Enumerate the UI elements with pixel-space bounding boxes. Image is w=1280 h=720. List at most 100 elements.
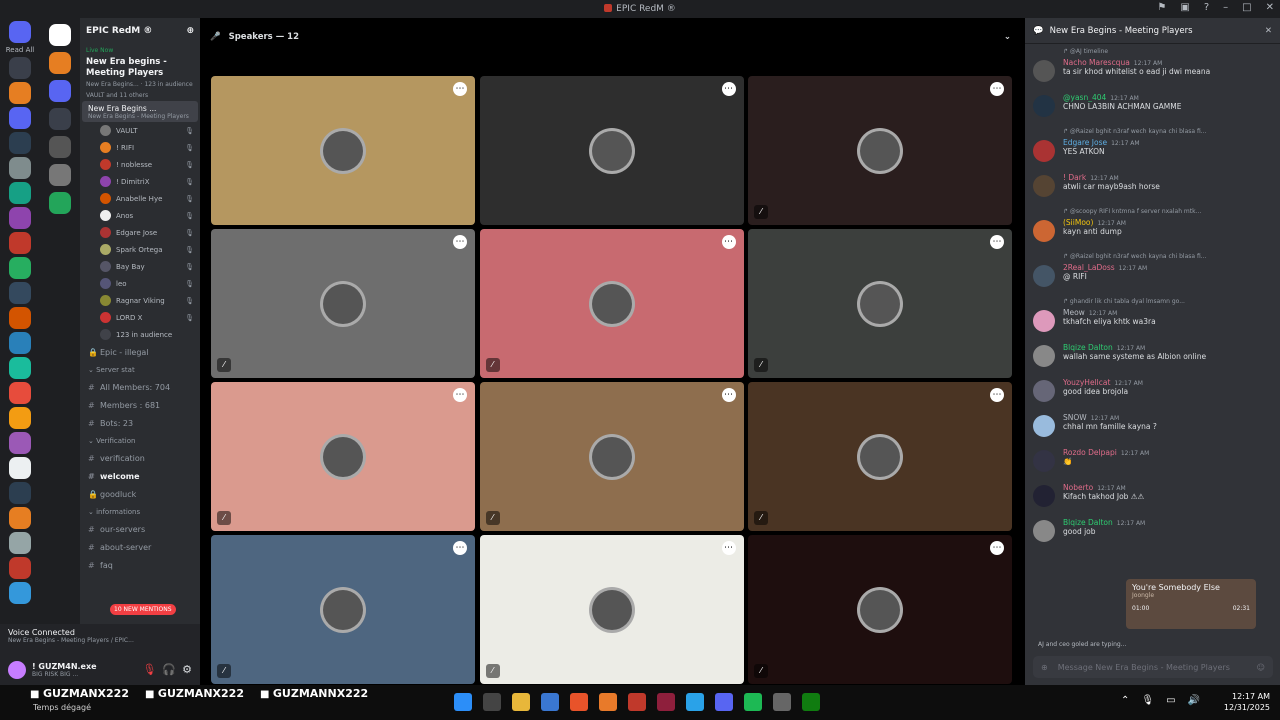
close-window-icon[interactable]: ✕ (1266, 2, 1274, 13)
avatar[interactable] (1033, 485, 1055, 507)
discord-home-icon[interactable] (9, 21, 31, 43)
avatar[interactable] (320, 127, 366, 174)
music-popup[interactable]: You're Somebody Else Joongle 01:00 02:31 (1126, 579, 1256, 629)
mic-icon[interactable]: 🎙 (142, 663, 156, 676)
reply-preview[interactable]: ↱ ghandir lik chi tabla dyal lmsamn go..… (1033, 298, 1268, 308)
more-options-icon[interactable]: ⋯ (721, 235, 736, 249)
search-icon[interactable] (483, 693, 501, 711)
more-options-icon[interactable]: ⋯ (453, 235, 467, 249)
steam-icon[interactable] (773, 693, 791, 711)
reply-preview[interactable]: ↱ @scoopy RIFI kntmna f server nxalah mt… (1033, 208, 1268, 218)
stage-member[interactable]: Anabelle Hye 🎙 (80, 190, 200, 207)
server-icon[interactable] (9, 82, 31, 104)
channel-item[interactable]: # faq (80, 556, 200, 574)
chevron-down-icon[interactable]: ⌄ (1004, 32, 1011, 42)
speaker-tile[interactable]: ⋯ ⁄ (748, 535, 1012, 684)
stage-member[interactable]: leo 🎙 (80, 275, 200, 292)
server-icon[interactable] (9, 57, 31, 79)
server-icon[interactable] (49, 136, 71, 158)
avatar[interactable] (857, 586, 903, 633)
channel-item[interactable]: # about-server (80, 538, 200, 556)
stage-member[interactable]: Ragnar Viking 🎙 (80, 292, 200, 309)
channel-item[interactable]: # our-servers (80, 520, 200, 538)
minimize-icon[interactable]: – (1223, 2, 1228, 13)
headphones-icon[interactable]: 🎧 (162, 663, 176, 676)
discord-icon[interactable] (715, 693, 733, 711)
more-options-icon[interactable]: ⋯ (453, 82, 467, 96)
channel-item[interactable]: # All Members: 704 (80, 378, 200, 396)
reply-preview[interactable]: ↱ @AJ timeline (1033, 48, 1268, 58)
avatar[interactable] (1033, 175, 1055, 197)
server-icon[interactable] (9, 307, 31, 329)
stage-channel[interactable]: New Era Begins ... New Era Begins - Meet… (82, 101, 198, 122)
server-icon[interactable] (9, 432, 31, 454)
chat-message[interactable]: Blqize Dalton 12:17 AM good job (1033, 518, 1268, 542)
stage-member[interactable]: Spark Ortega 🎙 (80, 241, 200, 258)
speaker-tile[interactable]: ⋯ ⁄ (479, 535, 744, 684)
server-icon[interactable] (9, 257, 31, 279)
maximize-icon[interactable]: □ (1242, 2, 1251, 13)
xbox-icon[interactable] (802, 693, 820, 711)
server-icon[interactable] (49, 52, 71, 74)
avatar[interactable] (1033, 450, 1055, 472)
server-icon[interactable] (49, 192, 71, 214)
server-icon[interactable] (9, 107, 31, 129)
volume-icon[interactable]: 🔊 (1188, 695, 1200, 706)
close-icon[interactable]: ✕ (1265, 26, 1272, 36)
flag-icon[interactable]: ⚑ (1157, 2, 1166, 13)
reply-preview[interactable]: ↱ @Raizel bghit n3raf wech kayna chi bla… (1033, 128, 1268, 138)
message-input[interactable]: Message New Era Begins - Meeting Players (1058, 663, 1230, 672)
avatar[interactable] (857, 280, 903, 327)
server-icon[interactable] (9, 357, 31, 379)
reply-preview[interactable]: ↱ @Raizel bghit n3raf wech kayna chi bla… (1033, 253, 1268, 263)
author-name[interactable]: Edgare Jose (1063, 138, 1107, 147)
inbox-icon[interactable]: ▣ (1180, 2, 1189, 13)
avatar[interactable] (588, 433, 635, 480)
server-icon[interactable] (49, 80, 71, 102)
speaker-tile[interactable]: ⋯ (479, 76, 744, 225)
avatar[interactable] (320, 280, 366, 327)
server-icon[interactable] (9, 582, 31, 604)
message-composer[interactable]: ⊕ Message New Era Begins - Meeting Playe… (1033, 656, 1273, 678)
clock[interactable]: 12:17 AM 12/31/2025 (1224, 691, 1270, 713)
channel-item[interactable]: # Bots: 23 (80, 414, 200, 432)
more-options-icon[interactable]: ⋯ (721, 82, 736, 96)
server-icon[interactable] (49, 164, 71, 186)
network-icon[interactable]: ▭ (1166, 695, 1175, 706)
add-member-icon[interactable]: ⊕ (186, 26, 194, 36)
category-header[interactable]: ⌄ Verification (80, 432, 200, 449)
author-name[interactable]: Rozdo Delpapi (1063, 448, 1117, 457)
stage-member[interactable]: Edgare Jose 🎙 (80, 224, 200, 241)
avatar[interactable] (1033, 520, 1055, 542)
stage-member[interactable]: Bay Bay 🎙 (80, 258, 200, 275)
more-options-icon[interactable]: ⋯ (990, 388, 1004, 402)
server-icon[interactable] (9, 457, 31, 479)
avatar[interactable] (1033, 60, 1055, 82)
category-header[interactable]: ⌄ informations (80, 503, 200, 520)
avatar[interactable] (1033, 310, 1055, 332)
author-name[interactable]: SNOW (1063, 413, 1087, 422)
speaker-tile[interactable]: ⋯ ⁄ (748, 229, 1012, 378)
audience-count[interactable]: 123 in audience (80, 326, 200, 343)
author-name[interactable]: Blqize Dalton (1063, 343, 1113, 352)
author-name[interactable]: Noberto (1063, 483, 1093, 492)
chat-message[interactable]: ↱ @Raizel bghit n3raf wech kayna chi bla… (1033, 253, 1268, 287)
server-icon[interactable] (9, 557, 31, 579)
avatar[interactable] (1033, 140, 1055, 162)
avatar[interactable] (320, 586, 366, 633)
app-icon[interactable] (599, 693, 617, 711)
speaker-tile[interactable]: ⋯ ⁄ (211, 382, 475, 531)
server-header[interactable]: EPIC RedM ® ⊕ (80, 18, 200, 44)
server-icon[interactable] (9, 407, 31, 429)
vegas-icon[interactable] (657, 693, 675, 711)
server-icon[interactable] (9, 132, 31, 154)
spotify-icon[interactable] (744, 693, 762, 711)
add-attachment-icon[interactable]: ⊕ (1041, 663, 1048, 672)
server-icon[interactable] (9, 182, 31, 204)
server-icon[interactable] (9, 482, 31, 504)
more-options-icon[interactable]: ⋯ (990, 541, 1004, 555)
voice-channel-label[interactable]: New Era Begins - Meeting Players / EPIC.… (8, 637, 192, 644)
server-icon[interactable] (49, 108, 71, 130)
avatar[interactable] (588, 280, 635, 327)
chat-message[interactable]: ↱ ghandir lik chi tabla dyal lmsamn go..… (1033, 298, 1268, 332)
